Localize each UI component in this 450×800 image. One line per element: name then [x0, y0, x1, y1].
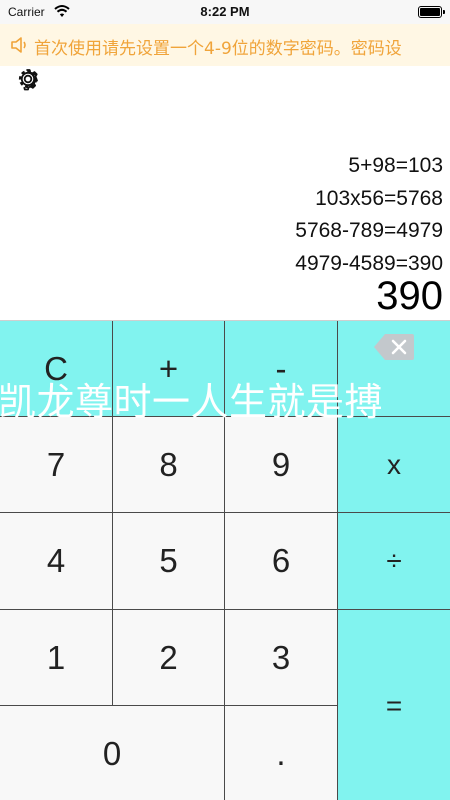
- keypad: C + - 7 8 9 x 4 5 6 ÷ 1 2 3 = 0 .: [0, 320, 450, 800]
- status-bar: Carrier 8:22 PM: [0, 0, 450, 24]
- divide-label: ÷: [386, 545, 402, 576]
- digit-8-label: 8: [159, 445, 178, 483]
- equals-label: =: [385, 689, 403, 721]
- history-line: 5768-789=4979: [295, 219, 443, 242]
- battery-icon: [418, 6, 445, 18]
- digit-0-label: 0: [102, 734, 122, 772]
- digit-5-label: 5: [159, 542, 178, 579]
- digit-1-button[interactable]: 1: [0, 610, 113, 706]
- divide-button[interactable]: ÷: [338, 513, 450, 610]
- digit-5-button[interactable]: 5: [113, 513, 225, 610]
- digit-2-button[interactable]: 2: [113, 610, 225, 706]
- digit-7-button[interactable]: 7: [0, 417, 113, 513]
- settings-button[interactable]: [14, 66, 42, 92]
- plus-label: +: [158, 349, 179, 387]
- status-time: 8:22 PM: [200, 4, 250, 19]
- digit-4-button[interactable]: 4: [0, 513, 113, 610]
- notice-text: 首次使用请先设置一个4-9位的数字密码。密码设: [34, 39, 402, 59]
- backspace-icon: [374, 333, 414, 360]
- decimal-button[interactable]: .: [225, 706, 338, 800]
- notice-bar[interactable]: 首次使用请先设置一个4-9位的数字密码。密码设: [0, 24, 450, 66]
- clear-label: C: [44, 349, 68, 387]
- decimal-label: .: [276, 734, 286, 772]
- multiply-button[interactable]: x: [338, 417, 450, 513]
- digit-1-label: 1: [46, 638, 66, 676]
- digit-8-button[interactable]: 8: [113, 417, 225, 513]
- digit-4-label: 4: [46, 542, 66, 579]
- digit-6-label: 6: [271, 542, 291, 579]
- multiply-label: x: [387, 448, 401, 480]
- gear-icon: [18, 69, 38, 91]
- result-display: 390: [376, 274, 443, 318]
- minus-button[interactable]: -: [225, 321, 338, 417]
- minus-label: -: [275, 349, 287, 387]
- digit-3-label: 3: [271, 638, 291, 676]
- history-panel: 5+98=103 103x56=5768 5768-789=4979 4979-…: [23, 150, 443, 280]
- digit-9-button[interactable]: 9: [225, 417, 338, 513]
- digit-6-button[interactable]: 6: [225, 513, 338, 610]
- digit-2-label: 2: [159, 638, 178, 676]
- equals-button[interactable]: =: [338, 610, 450, 800]
- digit-9-label: 9: [271, 445, 291, 483]
- clear-button[interactable]: C: [0, 321, 113, 417]
- history-line: 103x56=5768: [315, 186, 443, 210]
- backspace-button[interactable]: [338, 321, 450, 417]
- digit-3-button[interactable]: 3: [225, 610, 338, 706]
- digit-7-label: 7: [46, 445, 66, 483]
- digit-0-button[interactable]: 0: [0, 706, 225, 800]
- plus-button[interactable]: +: [113, 321, 225, 417]
- speaker-icon: [11, 37, 26, 53]
- history-line: 5+98=103: [348, 154, 443, 177]
